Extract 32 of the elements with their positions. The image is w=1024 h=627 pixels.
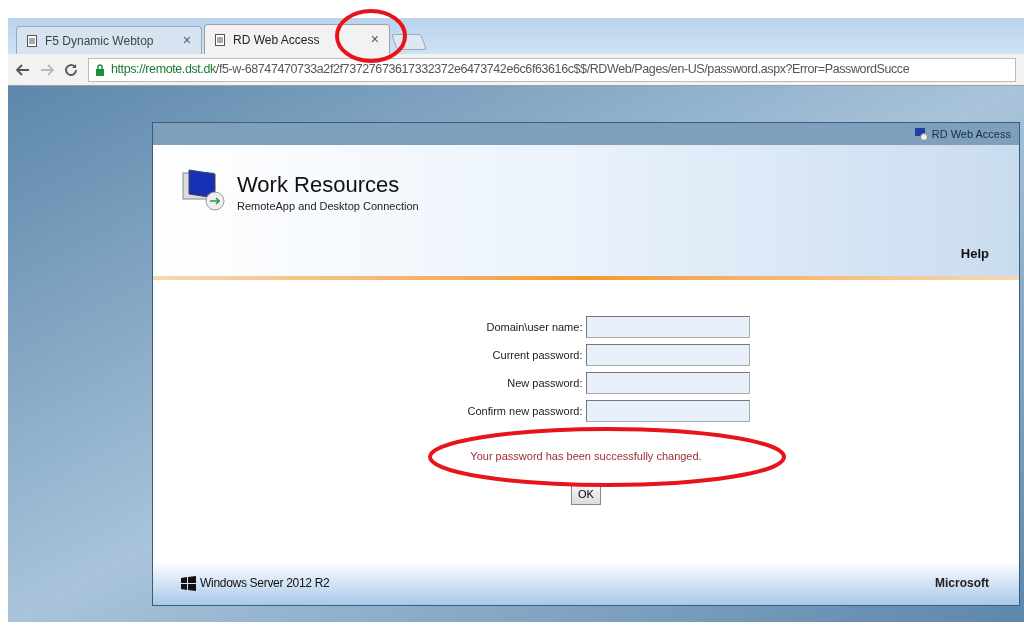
close-tab-button[interactable]: × [182, 30, 191, 51]
input-field[interactable] [586, 344, 751, 366]
page-icon [27, 34, 37, 47]
browser-tab[interactable]: F5 Dynamic Webtop × [16, 26, 202, 54]
address-field[interactable]: https://remote.dst.dk/f5-w-68747470733a2f2f73727673617332372e6473742e6c6f63616c$$/RDWeb/Pages/en-US/password.aspx?Error=PasswordSucce [88, 57, 1016, 82]
field-label: Confirm new password: [467, 403, 583, 419]
page-title: Work Resources [237, 171, 400, 199]
field-label: Domain\user name: [486, 319, 583, 335]
tab-title: F5 Dynamic Webtop [45, 32, 155, 50]
browser-tab[interactable]: RD Web Access × [204, 24, 390, 54]
tab-title: RD Web Access [233, 31, 321, 49]
input-field[interactable] [586, 316, 751, 338]
input-field[interactable] [586, 400, 751, 422]
reload-icon[interactable] [64, 62, 78, 77]
field-label: Current password: [492, 347, 583, 363]
field-label: New password: [507, 375, 583, 391]
windows-logo-icon [181, 575, 196, 591]
page-icon [215, 33, 225, 46]
back-icon[interactable] [16, 63, 30, 76]
lock-icon [95, 63, 105, 76]
page-subtitle: RemoteApp and Desktop Connection [237, 199, 419, 214]
input-field[interactable] [586, 372, 751, 394]
help-link[interactable]: Help [960, 244, 989, 264]
remote-desktop-icon [913, 127, 928, 141]
brand-name: Microsoft [935, 575, 989, 592]
success-message: Your password has been successfully changed. [470, 449, 702, 464]
rd-web-access-link[interactable]: RD Web Access [931, 125, 1011, 143]
product-name: Windows Server 2012 R2 [200, 575, 330, 592]
close-tab-button[interactable]: × [370, 29, 379, 50]
url-text: https://remote.dst.dk/f5-w-68747470733a2f2f73727673617332372e6473742e6c6f63616c$$/RDWeb/Pages/en-US/password.aspx?Error=PasswordSucce [111, 61, 910, 79]
remote-desktop-logo-icon [181, 167, 227, 211]
annotation-ellipse [335, 9, 407, 63]
